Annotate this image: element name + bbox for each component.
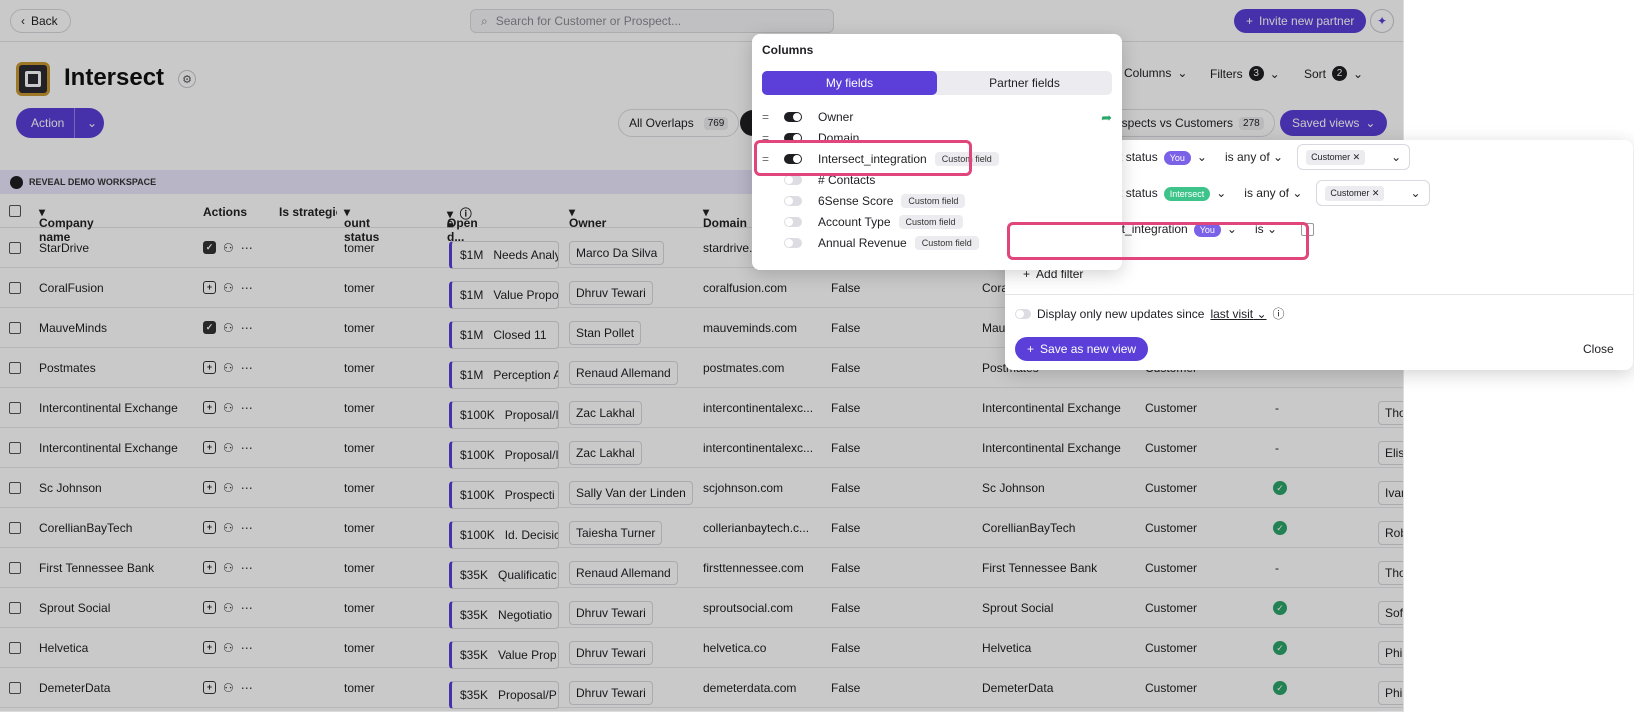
- custom-field-tag: Custom field: [898, 215, 963, 229]
- column-field-item[interactable]: = Domain: [762, 127, 1112, 149]
- close-button[interactable]: Close: [1583, 342, 1614, 356]
- filter-operator[interactable]: is ⌄: [1255, 222, 1277, 236]
- filter-value-select[interactable]: Customer ✕ ⌄: [1297, 144, 1411, 170]
- new-updates-toggle[interactable]: [1015, 308, 1031, 319]
- divider: [1005, 294, 1633, 295]
- custom-field-tag: Custom field: [914, 236, 979, 250]
- column-field-label: 6Sense Score: [818, 194, 894, 208]
- column-toggle[interactable]: [784, 196, 802, 206]
- share-arrow-icon[interactable]: ➦: [1101, 110, 1112, 126]
- column-toggle[interactable]: [784, 238, 802, 248]
- since-dropdown[interactable]: last visit ⌄: [1210, 307, 1266, 321]
- chevron-down-icon: ⌄: [1196, 150, 1207, 164]
- column-field-item[interactable]: = Owner: [762, 106, 1112, 128]
- columns-panel-title: Columns: [762, 43, 814, 57]
- column-field-item[interactable]: # Contacts: [762, 169, 1112, 191]
- value-tag: Customer ✕: [1325, 185, 1385, 201]
- new-updates-toggle-row: Display only new updates since last visi…: [1015, 305, 1285, 322]
- column-field-label: # Contacts: [818, 173, 876, 187]
- columns-panel: Columns My fields Partner fields = Owner =…: [752, 34, 1122, 270]
- drag-handle-icon[interactable]: =: [762, 131, 784, 145]
- chevron-down-icon: ⌄: [1410, 186, 1421, 200]
- plus-icon: +: [1027, 342, 1035, 356]
- column-field-item[interactable]: = Intersect_integration Custom field: [762, 148, 1112, 170]
- column-field-label: Annual Revenue: [818, 236, 907, 250]
- value-tag: Customer ✕: [1306, 149, 1366, 165]
- filter-operator[interactable]: is any of ⌄: [1244, 186, 1302, 200]
- column-field-item[interactable]: Annual Revenue Custom field: [762, 232, 1112, 254]
- tab-my-fields[interactable]: My fields: [762, 71, 937, 95]
- chevron-down-icon: ⌄: [1226, 222, 1237, 236]
- column-toggle[interactable]: [784, 112, 802, 122]
- column-field-label: Account Type: [818, 215, 891, 229]
- custom-field-tag: Custom field: [934, 152, 999, 166]
- column-field-label: Intersect_integration: [818, 152, 927, 166]
- chevron-down-icon: ⌄: [1216, 186, 1227, 200]
- column-field-label: Owner: [818, 110, 854, 124]
- fields-tabs: My fields Partner fields: [762, 71, 1112, 95]
- column-field-item[interactable]: Account Type Custom field: [762, 211, 1112, 233]
- drag-handle-icon[interactable]: =: [762, 110, 784, 124]
- filter-owner-chip: You: [1193, 223, 1221, 237]
- save-as-new-view-button[interactable]: + Save as new view: [1015, 337, 1149, 361]
- filter-value-checkbox[interactable]: [1301, 222, 1315, 236]
- column-toggle[interactable]: [784, 154, 802, 164]
- filter-owner-chip: You: [1163, 151, 1191, 165]
- chevron-down-icon: ⌄: [1391, 150, 1402, 164]
- filter-owner-chip: Intersect: [1163, 187, 1211, 201]
- filter-operator[interactable]: is any of ⌄: [1225, 150, 1283, 164]
- info-icon[interactable]: ⓘ: [1273, 305, 1285, 322]
- drag-handle-icon[interactable]: =: [762, 152, 784, 166]
- tab-partner-fields[interactable]: Partner fields: [937, 71, 1112, 95]
- column-toggle[interactable]: [784, 217, 802, 227]
- custom-field-tag: Custom field: [901, 194, 966, 208]
- column-field-label: Domain: [818, 131, 860, 145]
- filter-value-select[interactable]: Customer ✕ ⌄: [1316, 180, 1430, 206]
- column-toggle[interactable]: [784, 175, 802, 185]
- column-toggle[interactable]: [784, 133, 802, 143]
- column-field-item[interactable]: 6Sense Score Custom field: [762, 190, 1112, 212]
